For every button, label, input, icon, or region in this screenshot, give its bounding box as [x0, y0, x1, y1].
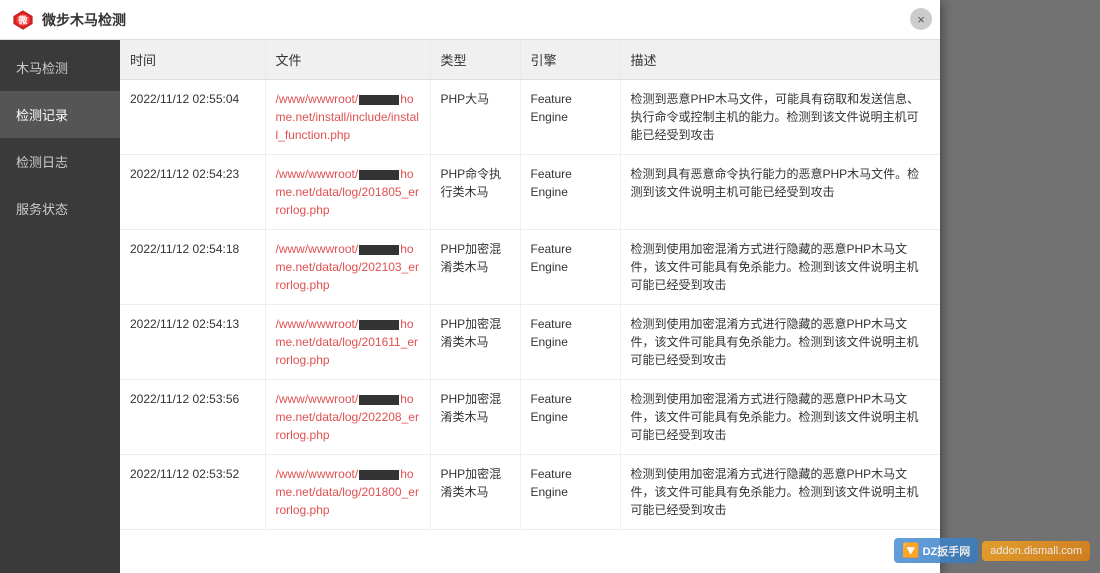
- table-header-row: 时间 文件 类型 引擎 描述: [120, 40, 940, 80]
- cell-desc: 检测到使用加密混淆方式进行隐藏的恶意PHP木马文件，该文件可能具有免杀能力。检测…: [620, 305, 940, 380]
- table-row: 2022/11/12 02:53:56/www/wwwroot/home.net…: [120, 380, 940, 455]
- cell-type: PHP命令执行类木马: [430, 155, 520, 230]
- modal-body: 木马检测 检测记录 检测日志 服务状态 时间 文件 类型 引擎: [0, 40, 940, 573]
- modal-overlay: 微 微步木马检测 × 木马检测 检测记录 检测日志 服务状态 时间: [0, 0, 1100, 573]
- cell-type: PHP加密混淆类木马: [430, 380, 520, 455]
- cell-engine: Feature Engine: [520, 305, 620, 380]
- sidebar-item-trojan-detect[interactable]: 木马检测: [0, 44, 120, 91]
- cell-time: 2022/11/12 02:54:18: [120, 230, 265, 305]
- table-container[interactable]: 时间 文件 类型 引擎 描述 2022/11/12 02:55:04/www/w…: [120, 40, 940, 573]
- table-row: 2022/11/12 02:55:04/www/wwwroot/home.net…: [120, 80, 940, 155]
- svg-text:微: 微: [17, 14, 28, 25]
- table-row: 2022/11/12 02:54:23/www/wwwroot/home.net…: [120, 155, 940, 230]
- watermark-badge: 🔽 DZ扳手网: [894, 538, 978, 563]
- table-row: 2022/11/12 02:54:18/www/wwwroot/home.net…: [120, 230, 940, 305]
- col-header-engine: 引擎: [520, 40, 620, 80]
- table-row: 2022/11/12 02:54:13/www/wwwroot/home.net…: [120, 305, 940, 380]
- data-table: 时间 文件 类型 引擎 描述 2022/11/12 02:55:04/www/w…: [120, 40, 940, 530]
- cell-file: /www/wwwroot/home.net/data/log/201611_er…: [265, 305, 430, 380]
- cell-type: PHP加密混淆类木马: [430, 305, 520, 380]
- cell-time: 2022/11/12 02:54:23: [120, 155, 265, 230]
- sidebar: 木马检测 检测记录 检测日志 服务状态: [0, 40, 120, 573]
- cell-time: 2022/11/12 02:53:52: [120, 455, 265, 530]
- sidebar-item-service-status[interactable]: 服务状态: [0, 185, 120, 232]
- cell-desc: 检测到具有恶意命令执行能力的恶意PHP木马文件。检测到该文件说明主机可能已经受到…: [620, 155, 940, 230]
- col-header-type: 类型: [430, 40, 520, 80]
- cell-engine: Feature Engine: [520, 230, 620, 305]
- close-button[interactable]: ×: [910, 8, 932, 30]
- cell-desc: 检测到使用加密混淆方式进行隐藏的恶意PHP木马文件，该文件可能具有免杀能力。检测…: [620, 380, 940, 455]
- cell-type: PHP加密混淆类木马: [430, 230, 520, 305]
- cell-desc: 检测到恶意PHP木马文件，可能具有窃取和发送信息、执行命令或控制主机的能力。检测…: [620, 80, 940, 155]
- cell-desc: 检测到使用加密混淆方式进行隐藏的恶意PHP木马文件，该文件可能具有免杀能力。检测…: [620, 230, 940, 305]
- cell-file: /www/wwwroot/home.net/install/include/in…: [265, 80, 430, 155]
- cell-type: PHP大马: [430, 80, 520, 155]
- cell-engine: Feature Engine: [520, 155, 620, 230]
- table-row: 2022/11/12 02:53:52/www/wwwroot/home.net…: [120, 455, 940, 530]
- cell-desc: 检测到使用加密混淆方式进行隐藏的恶意PHP木马文件，该文件可能具有免杀能力。检测…: [620, 455, 940, 530]
- table-body: 2022/11/12 02:55:04/www/wwwroot/home.net…: [120, 80, 940, 530]
- cell-file: /www/wwwroot/home.net/data/log/201800_er…: [265, 455, 430, 530]
- cell-time: 2022/11/12 02:55:04: [120, 80, 265, 155]
- cell-engine: Feature Engine: [520, 380, 620, 455]
- cell-time: 2022/11/12 02:54:13: [120, 305, 265, 380]
- col-header-time: 时间: [120, 40, 265, 80]
- cell-file: /www/wwwroot/home.net/data/log/202103_er…: [265, 230, 430, 305]
- modal-window: 微 微步木马检测 × 木马检测 检测记录 检测日志 服务状态 时间: [0, 0, 940, 573]
- cell-engine: Feature Engine: [520, 80, 620, 155]
- logo-icon: 微: [12, 9, 34, 31]
- col-header-desc: 描述: [620, 40, 940, 80]
- sidebar-item-detect-log[interactable]: 检测日志: [0, 138, 120, 185]
- watermark: 🔽 DZ扳手网 addon.dismall.com: [894, 538, 1090, 563]
- modal-title: 微步木马检测: [42, 10, 126, 30]
- cell-file: /www/wwwroot/home.net/data/log/202208_er…: [265, 380, 430, 455]
- col-header-file: 文件: [265, 40, 430, 80]
- watermark-url: addon.dismall.com: [982, 541, 1090, 561]
- cell-type: PHP加密混淆类木马: [430, 455, 520, 530]
- modal-header: 微 微步木马检测 ×: [0, 0, 940, 40]
- content-area: 时间 文件 类型 引擎 描述 2022/11/12 02:55:04/www/w…: [120, 40, 940, 573]
- cell-engine: Feature Engine: [520, 455, 620, 530]
- cell-file: /www/wwwroot/home.net/data/log/201805_er…: [265, 155, 430, 230]
- sidebar-item-detect-records[interactable]: 检测记录: [0, 91, 120, 138]
- cell-time: 2022/11/12 02:53:56: [120, 380, 265, 455]
